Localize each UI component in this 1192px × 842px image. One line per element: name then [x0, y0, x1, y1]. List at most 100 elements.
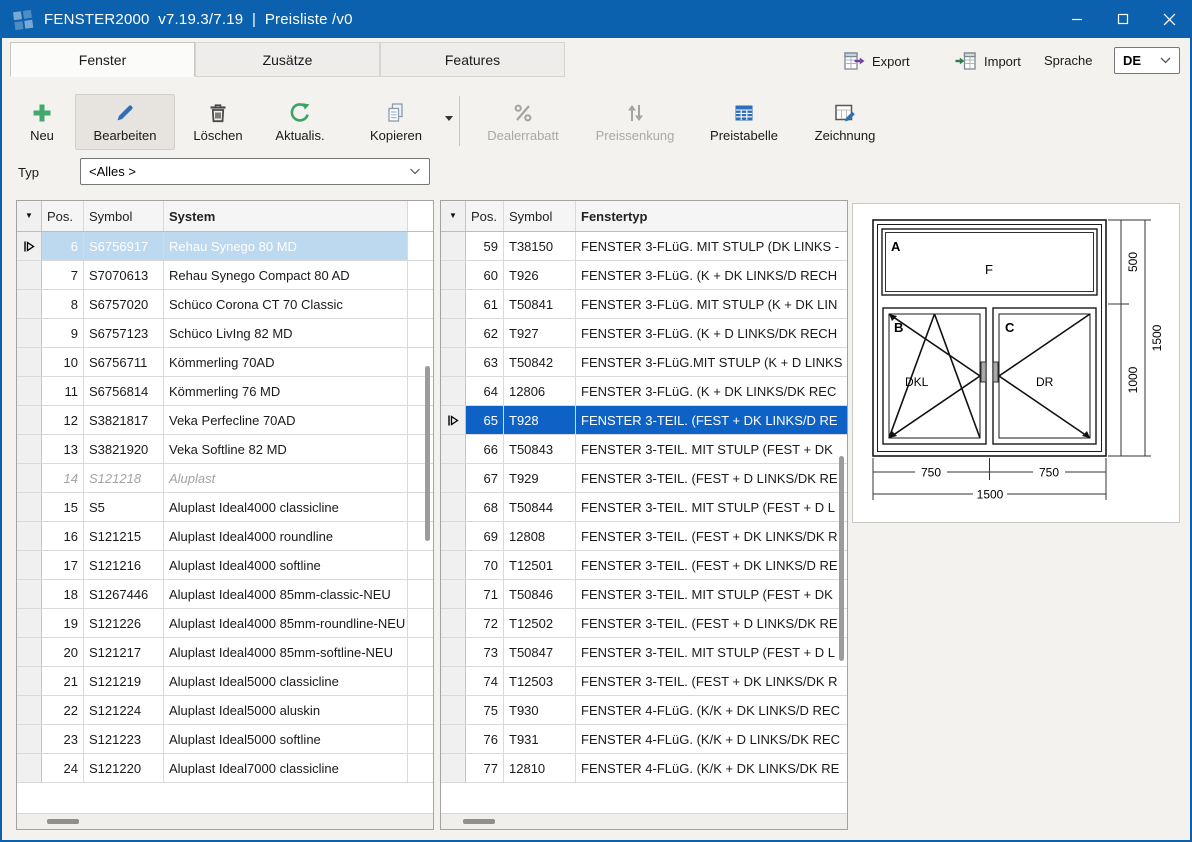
symbol-cell: S121224	[84, 696, 164, 724]
column-header-pos[interactable]: Pos.	[466, 201, 504, 231]
name-cell: FENSTER 3-TEIL. MIT STULP (FEST + DK	[576, 435, 847, 463]
table-row[interactable]: 13 S3821920 Veka Softline 82 MD	[17, 435, 433, 464]
pos-cell: 14	[42, 464, 84, 492]
pos-cell: 67	[466, 464, 504, 492]
preissenkung-button[interactable]: Preissenkung	[585, 94, 685, 150]
kopieren-button[interactable]: Kopieren	[352, 94, 440, 150]
vertical-scrollbar-thumb[interactable]	[839, 456, 844, 661]
horizontal-scrollbar-thumb[interactable]	[47, 819, 79, 824]
copy-icon	[384, 101, 408, 125]
row-indicator-cell	[441, 667, 466, 695]
table-row[interactable]: 12 S3821817 Veka Perfecline 70AD	[17, 406, 433, 435]
dealerrabatt-button[interactable]: Dealerrabatt	[475, 94, 571, 150]
table-row[interactable]: 65 T928 FENSTER 3-TEIL. (FEST + DK LINKS…	[441, 406, 847, 435]
column-header-symbol[interactable]: Symbol	[504, 201, 576, 231]
table-row[interactable]: 14 S121218 Aluplast	[17, 464, 433, 493]
symbol-cell: 12806	[504, 377, 576, 405]
table-row[interactable]: 8 S6757020 Schüco Corona CT 70 Classic	[17, 290, 433, 319]
aktualisieren-button[interactable]: Aktualis.	[262, 94, 338, 150]
table-row[interactable]: 20 S121217 Aluplast Ideal4000 85mm-softl…	[17, 638, 433, 667]
table-row[interactable]: 7 S7070613 Rehau Synego Compact 80 AD	[17, 261, 433, 290]
loeschen-button[interactable]: Löschen	[185, 94, 251, 150]
table-row[interactable]: 61 T50841 FENSTER 3-FLüG. MIT STULP (K +…	[441, 290, 847, 319]
trash-icon	[206, 101, 230, 125]
column-header-symbol[interactable]: Symbol	[84, 201, 164, 231]
typ-select[interactable]: <Alles >	[80, 158, 430, 185]
table-row[interactable]: 69 12808 FENSTER 3-TEIL. (FEST + DK LINK…	[441, 522, 847, 551]
table-row[interactable]: 66 T50843 FENSTER 3-TEIL. MIT STULP (FES…	[441, 435, 847, 464]
table-row[interactable]: 64 12806 FENSTER 3-FLüG. (K + DK LINKS/D…	[441, 377, 847, 406]
window-title: FENSTER2000 v7.19.3/7.19 | Preisliste /v…	[44, 11, 353, 28]
horizontal-scrollbar[interactable]	[441, 813, 847, 829]
name-cell: FENSTER 4-FLüG. (K/K + DK LINKS/DK RE	[576, 754, 847, 782]
tab-fenster[interactable]: Fenster	[10, 42, 195, 77]
table-row[interactable]: 72 T12502 FENSTER 3-TEIL. (FEST + D LINK…	[441, 609, 847, 638]
tab-zusaetze[interactable]: Zusätze	[195, 42, 380, 77]
table-row[interactable]: 19 S121226 Aluplast Ideal4000 85mm-round…	[17, 609, 433, 638]
kopieren-dropdown-arrow[interactable]	[445, 116, 453, 121]
table-row[interactable]: 10 S6756711 Kömmerling 70AD	[17, 348, 433, 377]
zeichnung-button[interactable]: Zeichnung	[802, 94, 888, 150]
row-indicator-cell	[441, 493, 466, 521]
bearbeiten-button[interactable]: Bearbeiten	[75, 94, 175, 150]
column-header-fenstertyp[interactable]: Fenstertyp	[576, 201, 847, 231]
chevron-down-icon	[409, 168, 421, 175]
maximize-button[interactable]	[1100, 0, 1146, 38]
export-button[interactable]: Export	[838, 47, 914, 75]
column-header-pos[interactable]: Pos.	[42, 201, 84, 231]
table-row[interactable]: 76 T931 FENSTER 4-FLüG. (K/K + D LINKS/D…	[441, 725, 847, 754]
table-row[interactable]: 11 S6756814 Kömmerling 76 MD	[17, 377, 433, 406]
table-row[interactable]: 17 S121216 Aluplast Ideal4000 softline	[17, 551, 433, 580]
table-row[interactable]: 62 T927 FENSTER 3-FLüG. (K + D LINKS/DK …	[441, 319, 847, 348]
name-cell: FENSTER 3-TEIL. (FEST + DK LINKS/DK R	[576, 522, 847, 550]
symbol-cell: T12502	[504, 609, 576, 637]
table-row[interactable]: 74 T12503 FENSTER 3-TEIL. (FEST + DK LIN…	[441, 667, 847, 696]
table-row[interactable]: 22 S121224 Aluplast Ideal5000 aluskin	[17, 696, 433, 725]
horizontal-scrollbar[interactable]	[17, 813, 433, 829]
horizontal-scrollbar-thumb[interactable]	[463, 819, 495, 824]
neu-button[interactable]: Neu	[18, 94, 66, 150]
table-row[interactable]: 73 T50847 FENSTER 3-TEIL. MIT STULP (FES…	[441, 638, 847, 667]
table-row[interactable]: 16 S121215 Aluplast Ideal4000 roundline	[17, 522, 433, 551]
table-row[interactable]: 6 S6756917 Rehau Synego 80 MD	[17, 232, 433, 261]
filter-dropdown-icon: ▼	[25, 212, 33, 220]
table-row[interactable]: 21 S121219 Aluplast Ideal5000 classiclin…	[17, 667, 433, 696]
symbol-cell: S121220	[84, 754, 164, 782]
table-row[interactable]: 77 12810 FENSTER 4-FLüG. (K/K + DK LINKS…	[441, 754, 847, 783]
table-row[interactable]: 68 T50844 FENSTER 3-TEIL. MIT STULP (FES…	[441, 493, 847, 522]
table-row[interactable]: 67 T929 FENSTER 3-TEIL. (FEST + D LINKS/…	[441, 464, 847, 493]
tab-features[interactable]: Features	[380, 42, 565, 77]
pos-cell: 19	[42, 609, 84, 637]
symbol-cell: T927	[504, 319, 576, 347]
table-row[interactable]: 60 T926 FENSTER 3-FLüG. (K + DK LINKS/D …	[441, 261, 847, 290]
table-row[interactable]: 59 T38150 FENSTER 3-FLüG. MIT STULP (DK …	[441, 232, 847, 261]
table-row[interactable]: 9 S6757123 Schüco LivIng 82 MD	[17, 319, 433, 348]
pane-type-dkl: DKL	[905, 375, 929, 389]
language-select[interactable]: DE	[1114, 47, 1180, 74]
import-button[interactable]: Import	[950, 47, 1025, 75]
name-cell: Aluplast Ideal4000 softline	[164, 551, 408, 579]
close-button[interactable]	[1146, 0, 1192, 38]
table-row[interactable]: 70 T12501 FENSTER 3-TEIL. (FEST + DK LIN…	[441, 551, 847, 580]
row-indicator-cell	[17, 348, 42, 376]
filter-dropdown-button[interactable]: ▼	[17, 201, 42, 231]
filter-dropdown-button[interactable]: ▼	[441, 201, 466, 231]
table-row[interactable]: 23 S121223 Aluplast Ideal5000 softline	[17, 725, 433, 754]
table-row[interactable]: 15 S5 Aluplast Ideal4000 classicline	[17, 493, 433, 522]
fenstertyp-table-body: 59 T38150 FENSTER 3-FLüG. MIT STULP (DK …	[441, 232, 847, 813]
minimize-button[interactable]	[1054, 0, 1100, 38]
dim-right-width: 750	[1039, 466, 1059, 480]
table-row[interactable]: 71 T50846 FENSTER 3-TEIL. MIT STULP (FES…	[441, 580, 847, 609]
symbol-cell: S6757020	[84, 290, 164, 318]
symbol-cell: T50843	[504, 435, 576, 463]
name-cell: FENSTER 3-FLüG. MIT STULP (K + DK LIN	[576, 290, 847, 318]
vertical-scrollbar-thumb[interactable]	[425, 366, 430, 541]
symbol-cell: 12808	[504, 522, 576, 550]
preistabelle-button[interactable]: Preistabelle	[698, 94, 790, 150]
table-row[interactable]: 75 T930 FENSTER 4-FLüG. (K/K + DK LINKS/…	[441, 696, 847, 725]
column-header-system[interactable]: System	[164, 201, 408, 231]
table-row[interactable]: 24 S121220 Aluplast Ideal7000 classiclin…	[17, 754, 433, 783]
table-row[interactable]: 18 S1267446 Aluplast Ideal4000 85mm-clas…	[17, 580, 433, 609]
pos-cell: 74	[466, 667, 504, 695]
table-row[interactable]: 63 T50842 FENSTER 3-FLüG.MIT STULP (K + …	[441, 348, 847, 377]
